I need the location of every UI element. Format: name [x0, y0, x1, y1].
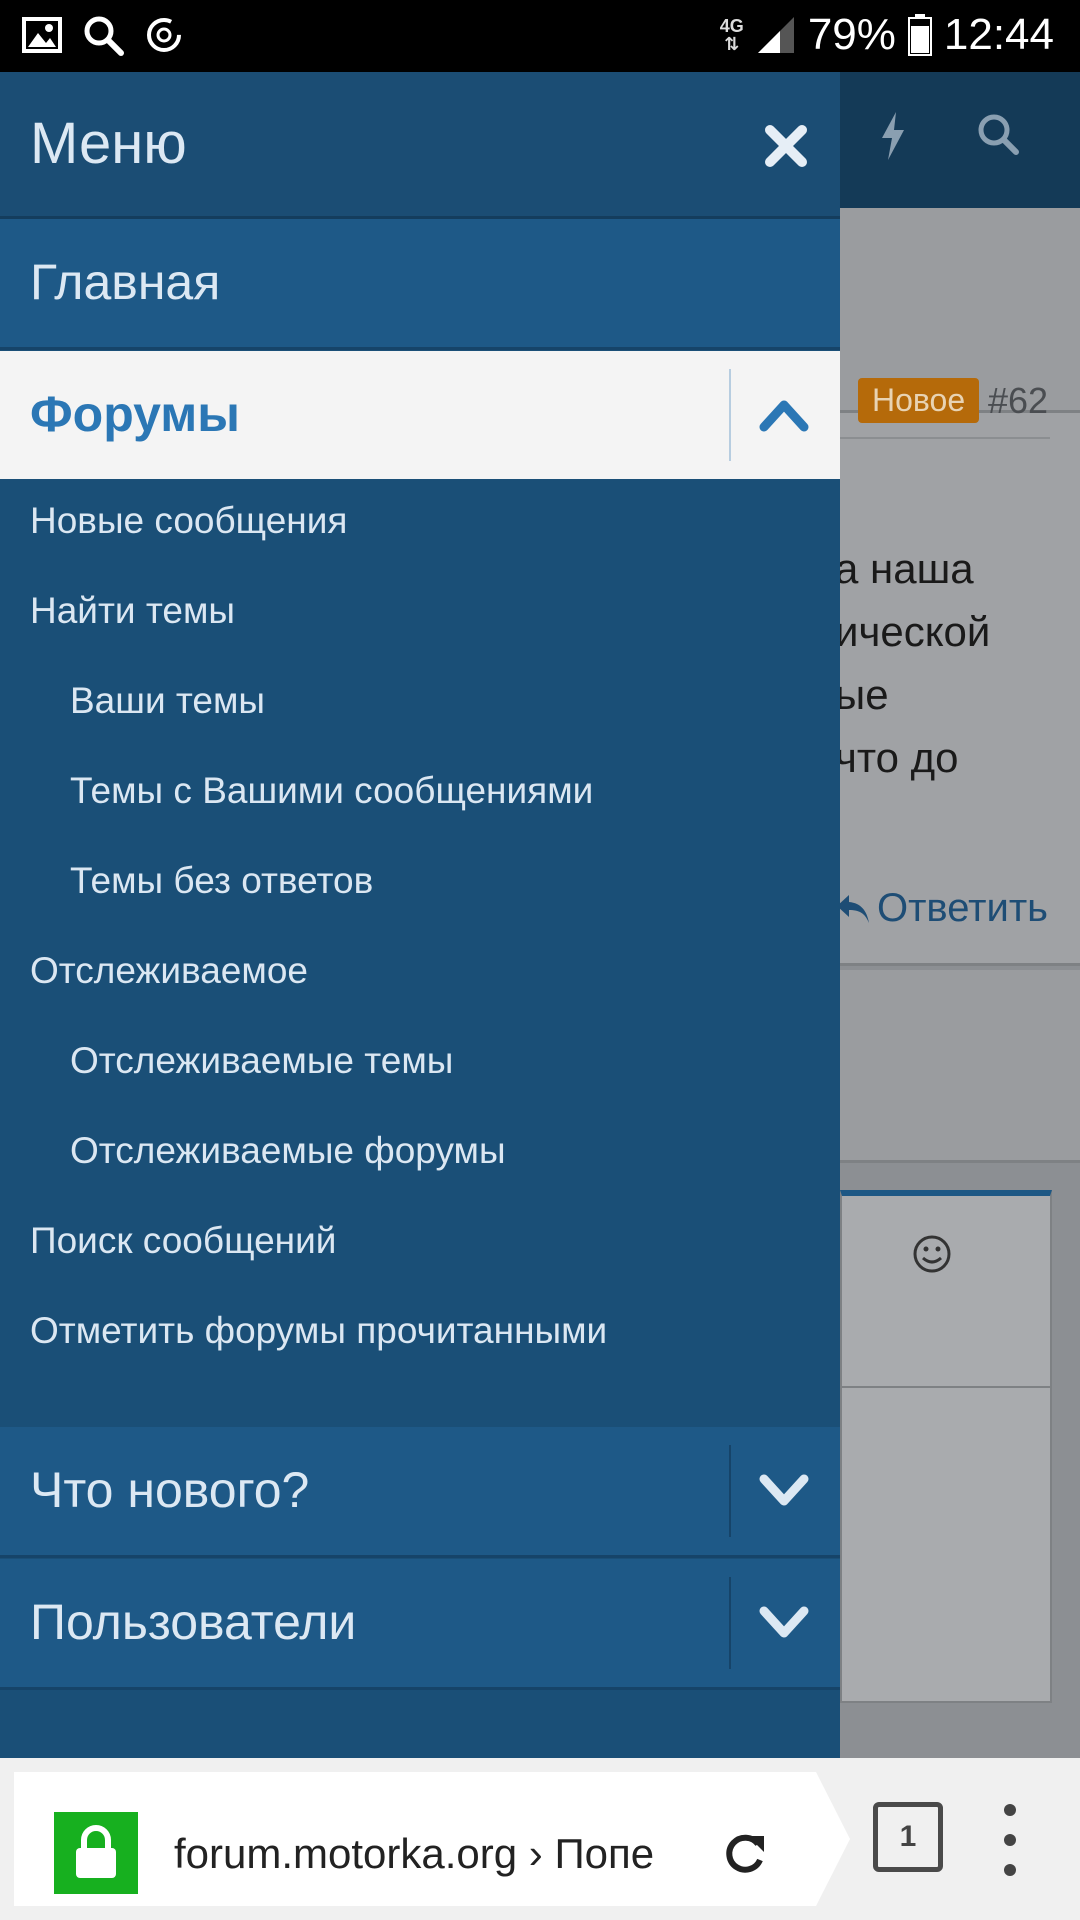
nav-item-forums[interactable]: Форумы	[0, 351, 840, 479]
address-bar[interactable]: forum.motorka.org › Попе	[14, 1772, 806, 1906]
close-icon[interactable]	[762, 122, 810, 170]
reply-button[interactable]: Ответить	[835, 886, 1048, 931]
search-icon	[84, 16, 124, 56]
image-icon	[22, 17, 62, 53]
reload-icon[interactable]	[722, 1828, 768, 1878]
submenu-item-unanswered-threads[interactable]: Темы без ответов	[70, 860, 373, 902]
battery-icon	[907, 14, 932, 56]
chevron-up-icon[interactable]	[756, 389, 812, 439]
drawer-header: Меню	[0, 72, 840, 219]
browser-toolbar: forum.motorka.org › Попе 1	[0, 1758, 1080, 1920]
status-bar: 4G ⇅ 79% 12:44	[0, 0, 1080, 72]
reply-icon	[837, 894, 869, 923]
battery-percent: 79%	[807, 10, 896, 59]
reply-editor[interactable]	[840, 1190, 1052, 1703]
submenu-item-mark-forums-read[interactable]: Отметить форумы прочитанными	[30, 1310, 607, 1352]
submenu-item-watched[interactable]: Отслеживаемое	[30, 950, 308, 992]
sync-icon	[147, 18, 181, 52]
nav-item-label: Форумы	[30, 386, 240, 442]
url-text[interactable]: forum.motorka.org › Попе	[174, 1830, 689, 1878]
smiley-icon[interactable]	[912, 1234, 952, 1274]
tabs-button[interactable]: 1	[873, 1802, 943, 1872]
signal-icon	[757, 17, 794, 53]
nav-item-label: Что нового?	[30, 1462, 310, 1518]
submenu-item-watched-forums[interactable]: Отслеживаемые форумы	[70, 1130, 506, 1172]
post-text-line: а наша	[835, 545, 974, 592]
reply-label: Ответить	[877, 886, 1048, 930]
editor-toolbar	[842, 1196, 1050, 1388]
nav-item-whats-new[interactable]: Что нового?	[0, 1427, 840, 1558]
post-number[interactable]: #62	[988, 380, 1048, 422]
divider	[729, 1445, 731, 1537]
drawer-title: Меню	[30, 111, 187, 176]
new-badge: Новое	[858, 378, 980, 423]
submenu-item-watched-threads[interactable]: Отслеживаемые темы	[70, 1040, 453, 1082]
submenu-item-threads-with-your-posts[interactable]: Темы с Вашими сообщениями	[70, 770, 593, 812]
nav-item-home[interactable]: Главная	[0, 219, 840, 350]
navigation-drawer: Меню Главная Форумы Новые сообщения Найт…	[0, 72, 840, 1758]
address-bar-arrow	[786, 1772, 850, 1906]
submenu-item-new-posts[interactable]: Новые сообщения	[30, 500, 347, 542]
submenu-item-search-posts[interactable]: Поиск сообщений	[30, 1220, 336, 1262]
lock-icon[interactable]	[54, 1812, 138, 1894]
post-text-line: ической	[835, 608, 991, 655]
post-text-line: ые	[835, 671, 889, 718]
submenu-item-your-threads[interactable]: Ваши темы	[70, 680, 265, 722]
clock: 12:44	[943, 10, 1054, 59]
nav-item-members[interactable]: Пользователи	[0, 1559, 840, 1690]
more-options-icon[interactable]	[1003, 1800, 1017, 1880]
submenu-item-find-threads[interactable]: Найти темы	[30, 590, 235, 632]
chevron-down-icon[interactable]	[756, 1597, 812, 1647]
nav-item-label: Главная	[30, 254, 221, 310]
search-icon[interactable]	[976, 112, 1020, 156]
post-text-line: что до	[835, 734, 959, 781]
chevron-down-icon[interactable]	[756, 1465, 812, 1515]
nav-item-label: Пользователи	[30, 1594, 357, 1650]
divider	[729, 1577, 731, 1669]
divider	[729, 369, 731, 461]
lightning-icon[interactable]	[878, 112, 908, 160]
network-type: 4G ⇅	[719, 16, 744, 54]
divider	[840, 437, 1050, 439]
